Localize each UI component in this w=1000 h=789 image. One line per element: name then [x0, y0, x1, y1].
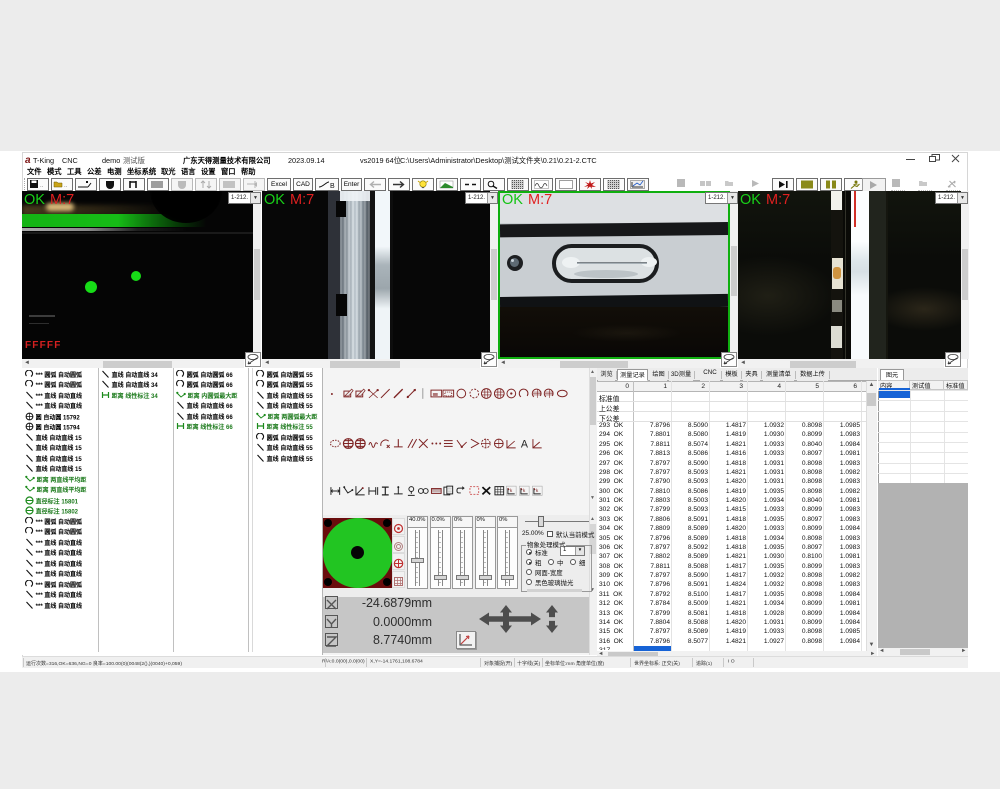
svg-text:A: A [521, 438, 529, 450]
svg-text:k: k [523, 488, 526, 494]
svg-text:B: B [330, 183, 335, 189]
svg-text:..: .. [40, 183, 44, 189]
svg-text:..: .. [64, 183, 68, 189]
svg-text:k: k [510, 488, 513, 494]
svg-text:k: k [535, 488, 538, 494]
